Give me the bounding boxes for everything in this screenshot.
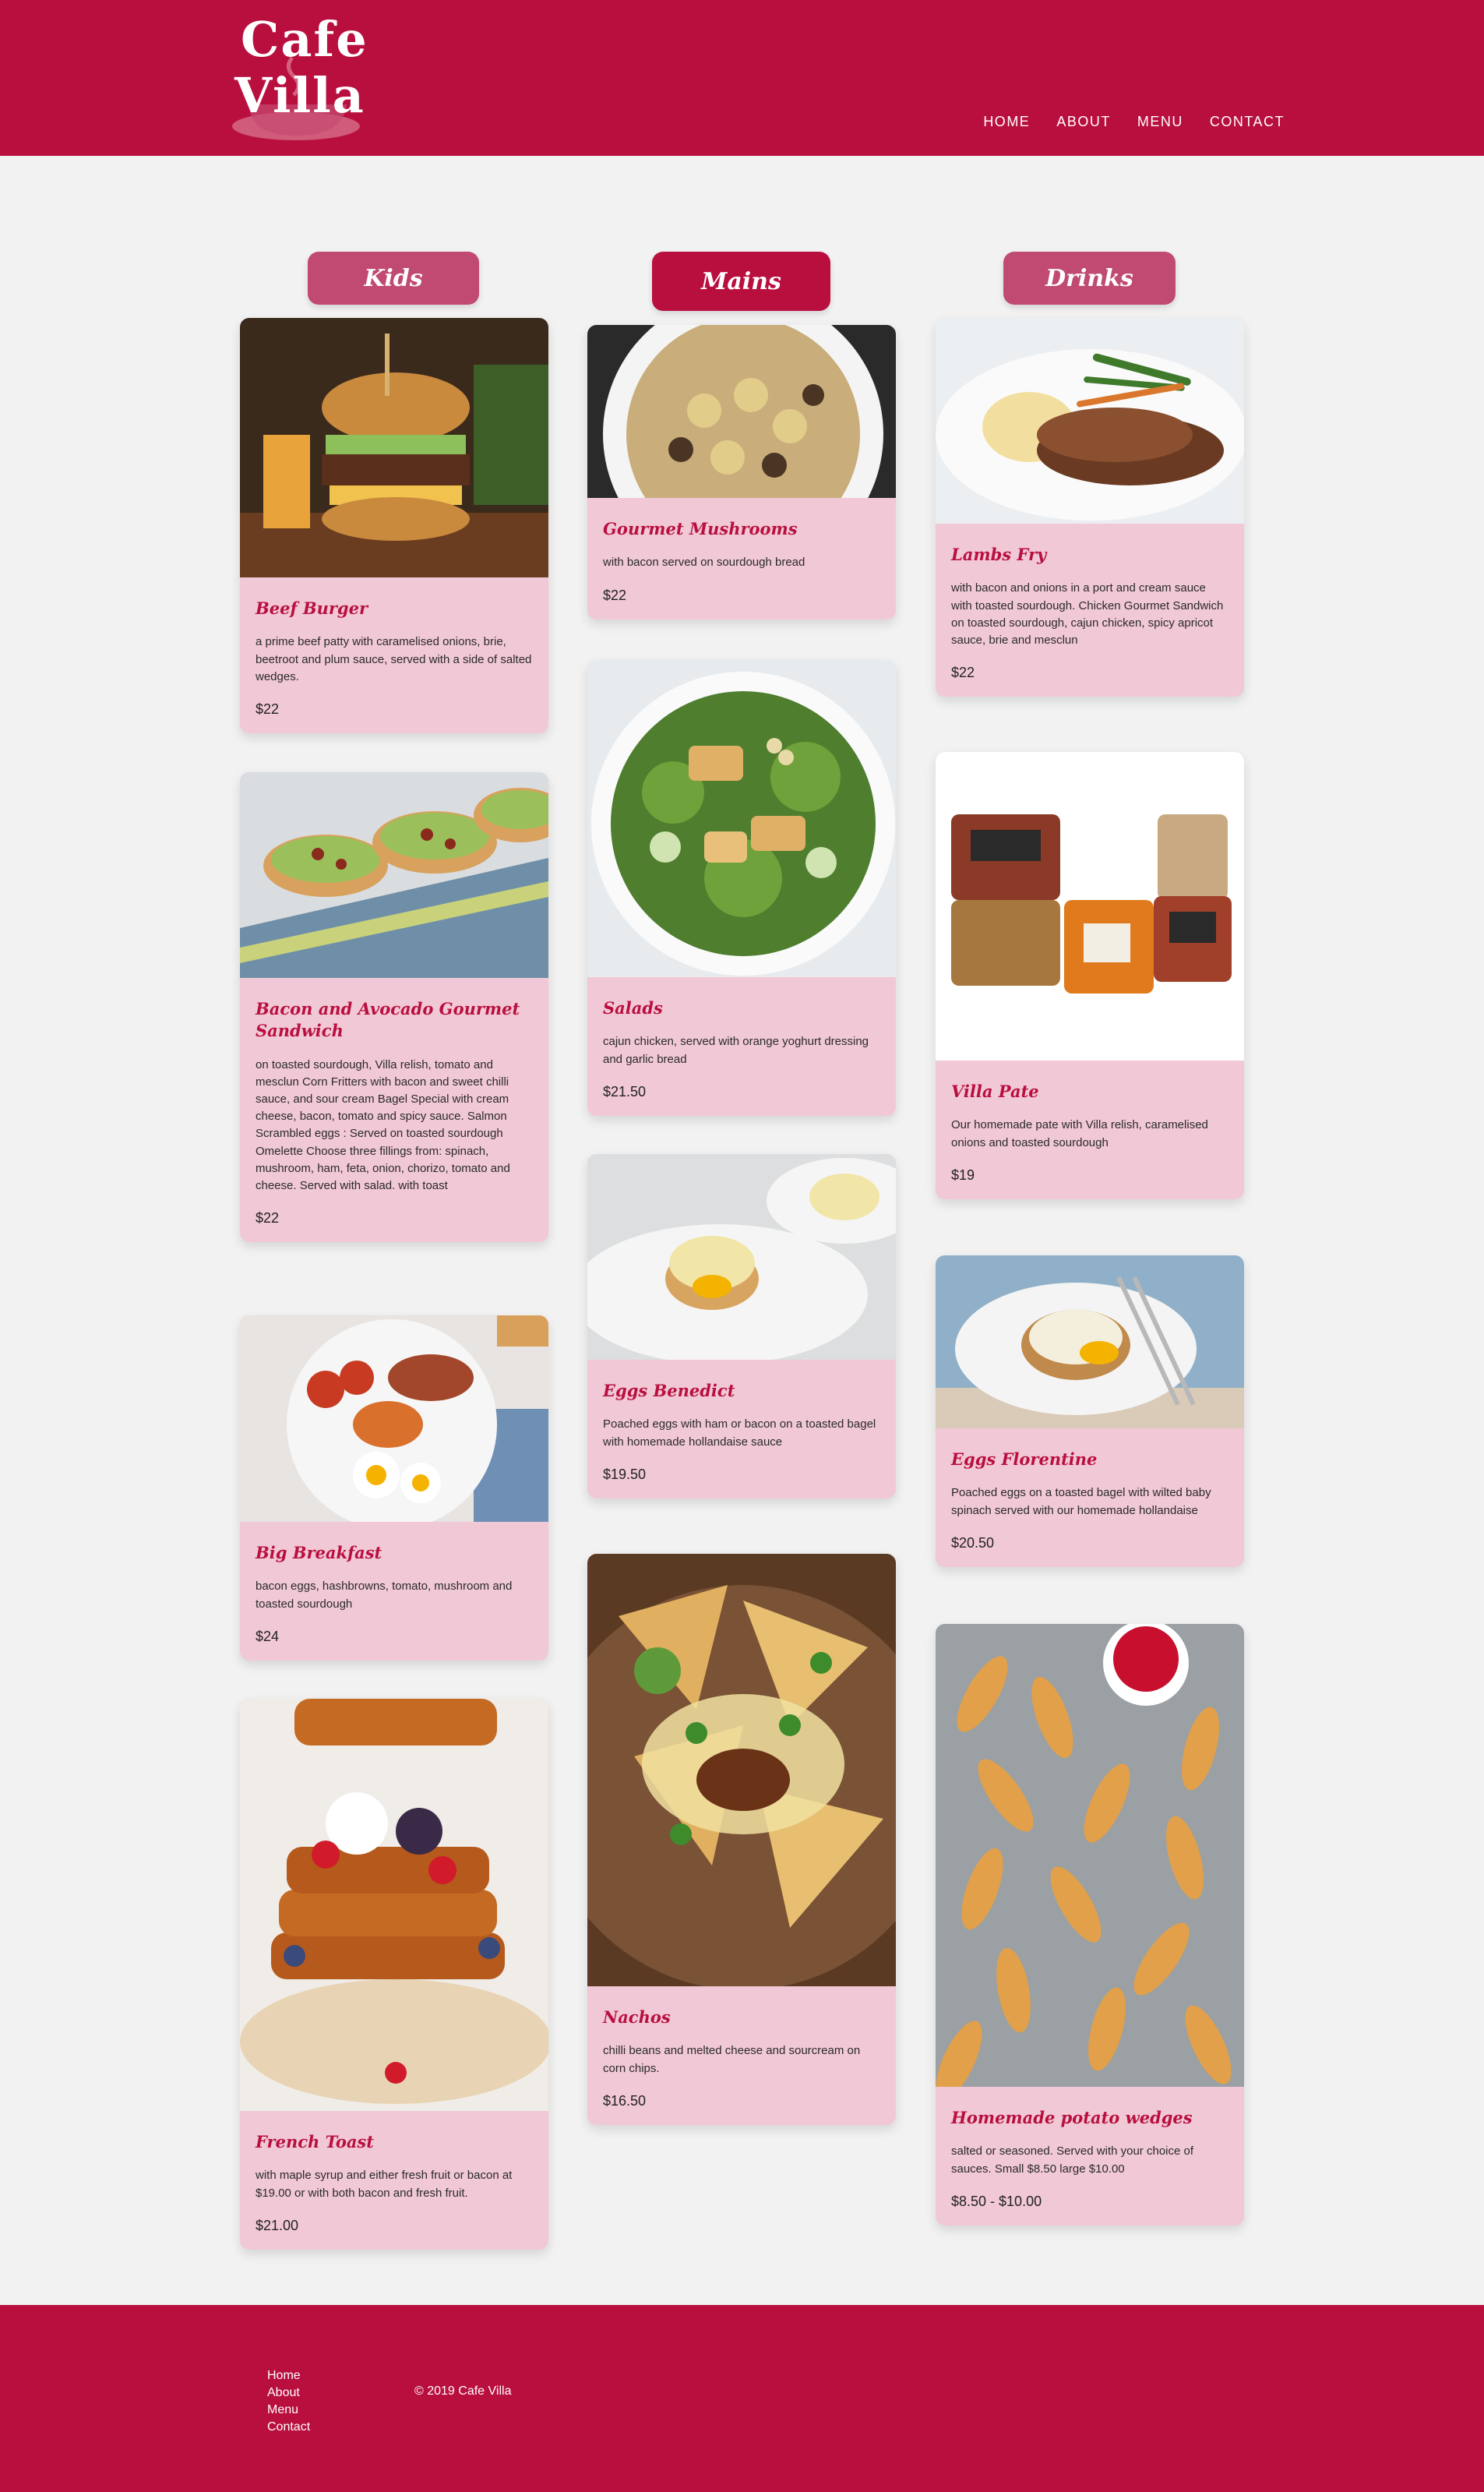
pate-jars-photo bbox=[936, 752, 1244, 1061]
item-title: Eggs Florentine bbox=[951, 1449, 1098, 1469]
menu-card-eggs-florentine[interactable]: Eggs Florentine Poached eggs on a toaste… bbox=[936, 1255, 1244, 1567]
item-price: $21.50 bbox=[603, 1083, 647, 1100]
sandwich-photo bbox=[240, 772, 548, 978]
nachos-photo bbox=[587, 1554, 896, 1986]
item-description: salted or seasoned. Served with your cho… bbox=[951, 2144, 1194, 2176]
item-description: on toasted sourdough, Villa relish, toma… bbox=[256, 1057, 510, 1192]
menu-card-bacon-avocado-sandwich[interactable]: Bacon and Avocado Gourmet Sandwich on to… bbox=[240, 772, 548, 1243]
item-price: $20.50 bbox=[951, 1534, 995, 1551]
item-title: Lambs Fry bbox=[951, 545, 1047, 564]
item-price: $19 bbox=[951, 1167, 975, 1183]
tab-kids[interactable]: Kids bbox=[308, 252, 479, 305]
item-description: Poached eggs on a toasted bagel with wil… bbox=[951, 1486, 1211, 1517]
menu-card-big-breakfast[interactable]: Big Breakfast bacon eggs, hashbrowns, to… bbox=[240, 1315, 548, 1661]
item-title: French Toast bbox=[256, 2132, 374, 2151]
item-title: Bacon and Avocado Gourmet Sandwich bbox=[256, 999, 520, 1041]
item-description: bacon eggs, hashbrowns, tomato, mushroom… bbox=[256, 1580, 513, 1611]
site-header: Cafe Villa HOME ABOUT MENU CONTACT bbox=[0, 0, 1484, 156]
menu-card-villa-pate[interactable]: Villa Pate Our homemade pate with Villa … bbox=[936, 752, 1244, 1199]
item-description: Poached eggs with ham or bacon on a toas… bbox=[603, 1417, 876, 1449]
eggs-florentine-photo bbox=[936, 1255, 1244, 1428]
item-price: $22 bbox=[256, 701, 280, 717]
breakfast-photo bbox=[240, 1315, 548, 1522]
item-description: chilli beans and melted cheese and sourc… bbox=[603, 2044, 861, 2075]
eggs-benedict-photo bbox=[587, 1154, 896, 1360]
footer-link-about[interactable]: About bbox=[267, 2384, 310, 2402]
nav-menu[interactable]: MENU bbox=[1137, 114, 1183, 130]
cafe-villa-logo[interactable]: Cafe Villa bbox=[230, 11, 370, 143]
main-nav: HOME ABOUT MENU CONTACT bbox=[983, 114, 1285, 130]
item-price: $21.00 bbox=[256, 2217, 299, 2233]
logo-text-cafe: Cafe bbox=[241, 11, 368, 68]
tab-drinks[interactable]: Drinks bbox=[1003, 252, 1176, 305]
menu-card-gourmet-mushrooms[interactable]: Gourmet Mushrooms with bacon served on s… bbox=[587, 325, 896, 619]
item-description: a prime beef patty with caramelised onio… bbox=[256, 635, 532, 683]
footer-links: Home About Menu Contact bbox=[267, 2367, 310, 2436]
menu-card-nachos[interactable]: Nachos chilli beans and melted cheese an… bbox=[587, 1554, 896, 2125]
item-description: with maple syrup and either fresh fruit … bbox=[256, 2169, 513, 2200]
footer-link-home[interactable]: Home bbox=[267, 2367, 310, 2384]
mushrooms-photo bbox=[587, 325, 896, 498]
item-title: Villa Pate bbox=[951, 1082, 1039, 1101]
french-toast-photo bbox=[240, 1699, 548, 2111]
item-price: $22 bbox=[951, 665, 975, 681]
menu-card-salads[interactable]: Salads cajun chicken, served with orange… bbox=[587, 660, 896, 1116]
nav-about[interactable]: ABOUT bbox=[1056, 114, 1111, 130]
lambs-fry-photo bbox=[936, 318, 1244, 524]
item-description: cajun chicken, served with orange yoghur… bbox=[603, 1035, 869, 1066]
item-title: Gourmet Mushrooms bbox=[603, 519, 798, 538]
item-price: $22 bbox=[256, 1210, 280, 1227]
menu-card-lambs-fry[interactable]: Lambs Fry with bacon and onions in a por… bbox=[936, 318, 1244, 697]
item-title: Big Breakfast bbox=[256, 1543, 382, 1562]
footer-link-menu[interactable]: Menu bbox=[267, 2402, 310, 2419]
item-price: $22 bbox=[603, 587, 627, 603]
menu-card-eggs-benedict[interactable]: Eggs Benedict Poached eggs with ham or b… bbox=[587, 1154, 896, 1498]
item-title: Eggs Benedict bbox=[603, 1381, 735, 1400]
item-price: $8.50 - $10.00 bbox=[951, 2193, 1042, 2209]
nav-contact[interactable]: CONTACT bbox=[1210, 114, 1285, 130]
menu-card-beef-burger[interactable]: Beef Burger a prime beef patty with cara… bbox=[240, 318, 548, 733]
logo-text-villa: Villa bbox=[234, 67, 365, 124]
item-price: $16.50 bbox=[603, 2092, 647, 2109]
menu-card-potato-wedges[interactable]: Homemade potato wedges salted or seasone… bbox=[936, 1624, 1244, 2226]
salad-photo bbox=[587, 660, 896, 977]
item-title: Beef Burger bbox=[256, 598, 368, 618]
menu-card-french-toast[interactable]: French Toast with maple syrup and either… bbox=[240, 1699, 548, 2250]
item-description: with bacon served on sourdough bread bbox=[603, 556, 805, 570]
item-price: $19.50 bbox=[603, 1466, 647, 1482]
item-title: Salads bbox=[603, 998, 663, 1018]
item-description: Our homemade pate with Villa relish, car… bbox=[951, 1118, 1208, 1149]
item-title: Nachos bbox=[603, 2007, 671, 2027]
item-title: Homemade potato wedges bbox=[951, 2108, 1193, 2127]
burger-photo bbox=[240, 318, 548, 577]
copyright-text: © 2019 Cafe Villa bbox=[414, 2384, 512, 2398]
item-description: with bacon and onions in a port and crea… bbox=[951, 581, 1224, 647]
footer-link-contact[interactable]: Contact bbox=[267, 2419, 310, 2436]
nav-home[interactable]: HOME bbox=[983, 114, 1030, 130]
item-price: $24 bbox=[256, 1628, 280, 1644]
site-footer: Home About Menu Contact © 2019 Cafe Vill… bbox=[0, 2305, 1484, 2492]
potato-wedges-photo bbox=[936, 1624, 1244, 2087]
tab-mains[interactable]: Mains bbox=[652, 252, 830, 311]
